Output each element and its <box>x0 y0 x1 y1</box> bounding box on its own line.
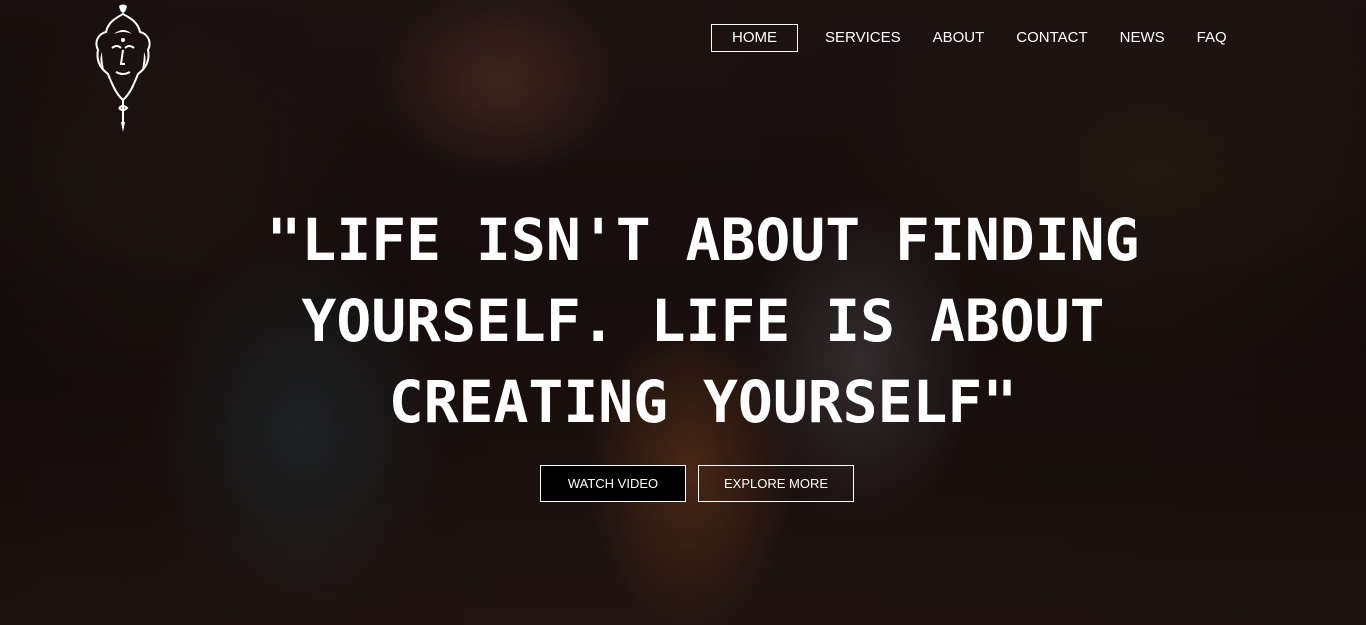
hero-section: HOME SERVICES ABOUT CONTACT NEWS FAQ "LI… <box>0 0 1366 625</box>
nav-news[interactable]: NEWS <box>1120 24 1165 52</box>
watch-video-button[interactable]: WATCH VIDEO <box>540 465 686 502</box>
hero-quote-line: YOURSELF. LIFE IS ABOUT <box>301 287 1105 355</box>
nav-home[interactable]: HOME <box>711 24 798 52</box>
hero-quote: "LIFE ISN'T ABOUT FINDING YOURSELF. LIFE… <box>183 200 1223 443</box>
hero-quote-line: "LIFE ISN'T ABOUT FINDING <box>266 206 1140 274</box>
nav-about[interactable]: ABOUT <box>933 24 985 52</box>
nav-contact[interactable]: CONTACT <box>1016 24 1087 52</box>
nav-services[interactable]: SERVICES <box>825 24 901 52</box>
explore-more-button[interactable]: EXPLORE MORE <box>698 465 854 502</box>
nav-faq[interactable]: FAQ <box>1197 24 1227 52</box>
hero-quote-line: CREATING YOURSELF" <box>388 368 1018 436</box>
logo-icon[interactable] <box>86 4 160 132</box>
hero-buttons: WATCH VIDEO EXPLORE MORE <box>540 465 854 502</box>
main-nav: HOME SERVICES ABOUT CONTACT NEWS FAQ <box>711 24 1227 52</box>
